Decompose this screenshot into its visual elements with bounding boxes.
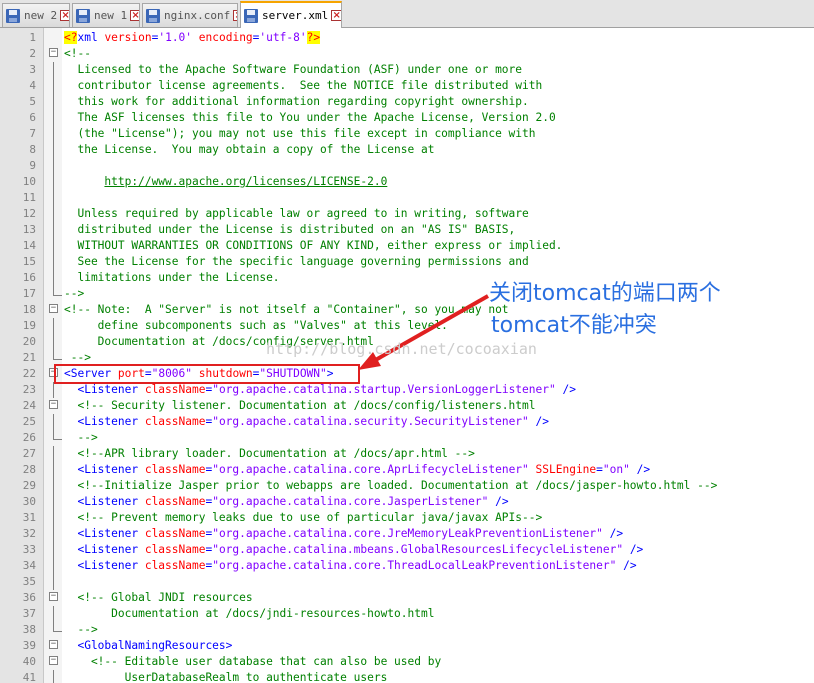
annotation-line-1: 关闭tomcat的端口两个 (489, 281, 721, 306)
annotation-line-2: tomcat不能冲突 (491, 313, 657, 338)
watermark-text: http://blog.csdn.net/cocoaxian (266, 340, 537, 358)
annotation-text: 关闭tomcat的端口两个 tomcat不能冲突 (489, 278, 721, 342)
